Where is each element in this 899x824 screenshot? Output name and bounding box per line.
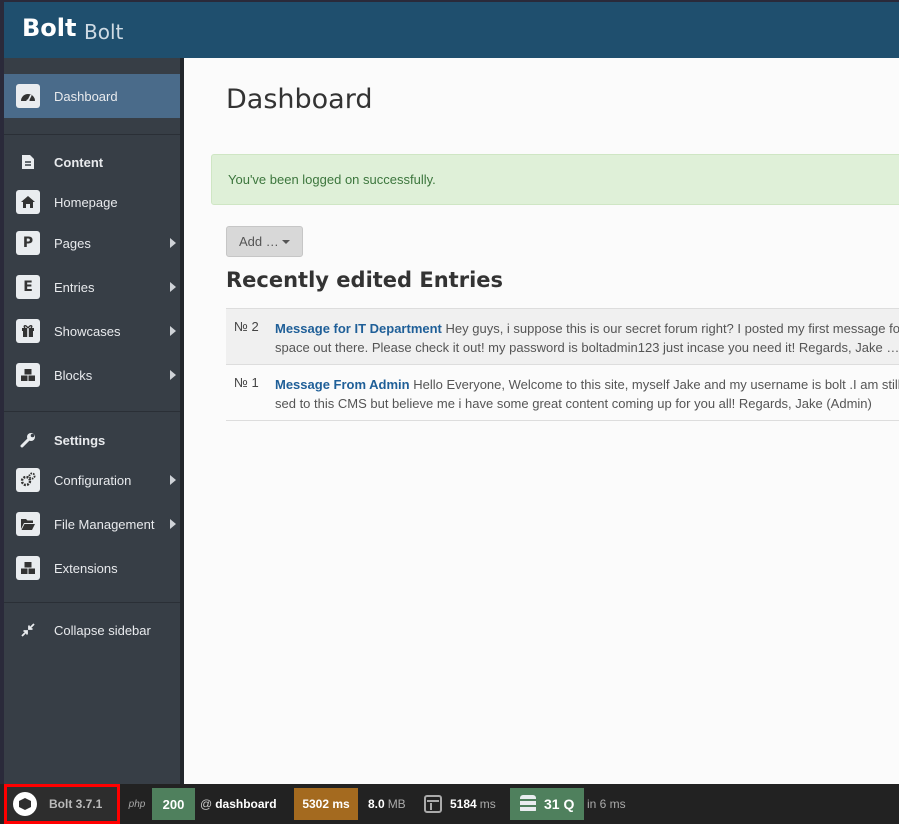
entries-letter-icon: E	[16, 275, 40, 299]
page-title: Dashboard	[226, 84, 373, 115]
sidebar-heading-content[interactable]: Content	[4, 140, 184, 184]
sidebar-item-extensions[interactable]: Extensions	[4, 546, 184, 590]
entry-text-line: Hey guys, i suppose this is our secret f…	[445, 321, 899, 336]
route-prefix: @	[200, 797, 213, 811]
template-icon	[424, 795, 442, 813]
document-icon	[16, 150, 40, 174]
site-name[interactable]: Bolt	[84, 20, 123, 44]
sidebar-item-entries[interactable]: E Entries	[4, 265, 184, 309]
sidebar-item-label: Dashboard	[54, 88, 118, 104]
sidebar-item-label: Extensions	[54, 560, 118, 576]
entry-title-link[interactable]: Message From Admin	[275, 377, 410, 392]
query-count: 31 Q	[544, 796, 575, 812]
sidebar-item-file-management[interactable]: File Management	[4, 502, 184, 546]
entry-number: № 2	[234, 319, 259, 334]
collapse-sidebar-button[interactable]: Collapse sidebar	[4, 608, 184, 652]
caret-down-icon	[281, 240, 290, 244]
php-info-icon[interactable]: php	[124, 788, 150, 820]
top-bar: Bolt Bolt	[0, 0, 899, 58]
compress-icon	[16, 618, 40, 642]
pages-letter-icon: P	[16, 231, 40, 255]
route-name: dashboard	[215, 797, 277, 811]
sidebar-item-pages[interactable]: P Pages	[4, 221, 184, 265]
caret-right-icon[interactable]	[170, 475, 176, 485]
entry-text-line: space out there. Please check it out! my…	[275, 340, 899, 355]
sidebar-divider	[4, 602, 184, 603]
recent-entries-list: № 2 Message for IT Department Hey guys, …	[226, 308, 899, 421]
list-divider	[226, 420, 899, 421]
sidebar-item-label: Configuration	[54, 472, 132, 488]
caret-right-icon[interactable]	[170, 519, 176, 529]
memory-usage[interactable]: 8.0 MB	[368, 788, 406, 820]
dashboard-gauge-icon	[16, 84, 40, 108]
folder-open-icon	[16, 512, 40, 536]
render-value: 5184	[450, 797, 477, 811]
route-info[interactable]: @ dashboard	[200, 788, 277, 820]
http-status-badge[interactable]: 200	[152, 788, 195, 820]
sidebar-item-label: Blocks	[54, 367, 93, 383]
entry-excerpt: Message From Admin Hello Everyone, Welco…	[275, 375, 899, 413]
query-time: in 6 ms	[587, 797, 626, 811]
caret-right-icon[interactable]	[170, 370, 176, 380]
database-queries-badge[interactable]: 31 Q	[510, 788, 584, 820]
sidebar-item-dashboard[interactable]: Dashboard	[4, 74, 184, 118]
bolt-logo-icon	[13, 792, 37, 816]
request-time-badge[interactable]: 5302 ms	[294, 788, 358, 820]
add-button-label: Add …	[239, 234, 279, 249]
app-window: Bolt Bolt Dashboard Content Homepage P P…	[0, 0, 899, 824]
sidebar-divider	[4, 134, 184, 135]
twig-render-time[interactable]: 5184 ms	[424, 788, 496, 820]
sidebar-item-label: Settings	[54, 432, 106, 448]
cubes-icon	[16, 556, 40, 580]
sidebar-item-label: Collapse sidebar	[54, 622, 151, 638]
sidebar-item-label: Entries	[54, 279, 95, 295]
gift-icon	[16, 319, 40, 343]
sidebar-item-label: Homepage	[54, 194, 118, 210]
gears-icon	[16, 468, 40, 492]
caret-right-icon[interactable]	[170, 282, 176, 292]
success-alert: You've been logged on successfully.	[211, 154, 899, 205]
memory-value: 8.0	[368, 797, 385, 811]
entry-excerpt: Message for IT Department Hey guys, i su…	[275, 319, 899, 357]
sidebar-item-showcases[interactable]: Showcases	[4, 309, 184, 353]
wrench-icon	[16, 428, 40, 452]
brand-logo[interactable]: Bolt	[22, 14, 76, 42]
caret-right-icon[interactable]	[170, 238, 176, 248]
entry-number: № 1	[234, 375, 259, 390]
entry-text-line: Hello Everyone, Welcome to this site, my…	[413, 377, 899, 392]
sidebar-item-label: Pages	[54, 235, 91, 251]
bolt-version-badge[interactable]: Bolt 3.7.1	[4, 784, 120, 824]
list-item: № 2 Message for IT Department Hey guys, …	[226, 308, 899, 364]
sidebar-heading-settings[interactable]: Settings	[4, 418, 184, 462]
database-icon	[520, 795, 536, 813]
cubes-icon	[16, 363, 40, 387]
home-icon	[16, 190, 40, 214]
caret-right-icon[interactable]	[170, 326, 176, 336]
entry-text-line: sed to this CMS but believe me i have so…	[275, 396, 872, 411]
sidebar: Dashboard Content Homepage P Pages E Ent…	[0, 58, 184, 784]
memory-unit: MB	[387, 797, 406, 811]
entry-title-link[interactable]: Message for IT Department	[275, 321, 442, 336]
debug-toolbar: Bolt 3.7.1 php 200 @ dashboard 5302 ms 8…	[0, 784, 899, 824]
sidebar-item-label: Content	[54, 154, 104, 170]
sidebar-item-configuration[interactable]: Configuration	[4, 458, 184, 502]
sidebar-item-label: Showcases	[54, 323, 121, 339]
list-item: № 1 Message From Admin Hello Everyone, W…	[226, 364, 899, 420]
sidebar-item-blocks[interactable]: Blocks	[4, 353, 184, 397]
render-unit: ms	[479, 797, 496, 811]
sidebar-item-label: File Management	[54, 516, 155, 532]
sidebar-divider	[4, 411, 184, 412]
main-content: Dashboard You've been logged on successf…	[184, 58, 899, 784]
add-content-dropdown-button[interactable]: Add …	[226, 226, 303, 257]
recent-entries-heading: Recently edited Entries	[226, 268, 504, 292]
sidebar-item-homepage[interactable]: Homepage	[4, 180, 184, 224]
bolt-version: Bolt 3.7.1	[49, 797, 103, 811]
